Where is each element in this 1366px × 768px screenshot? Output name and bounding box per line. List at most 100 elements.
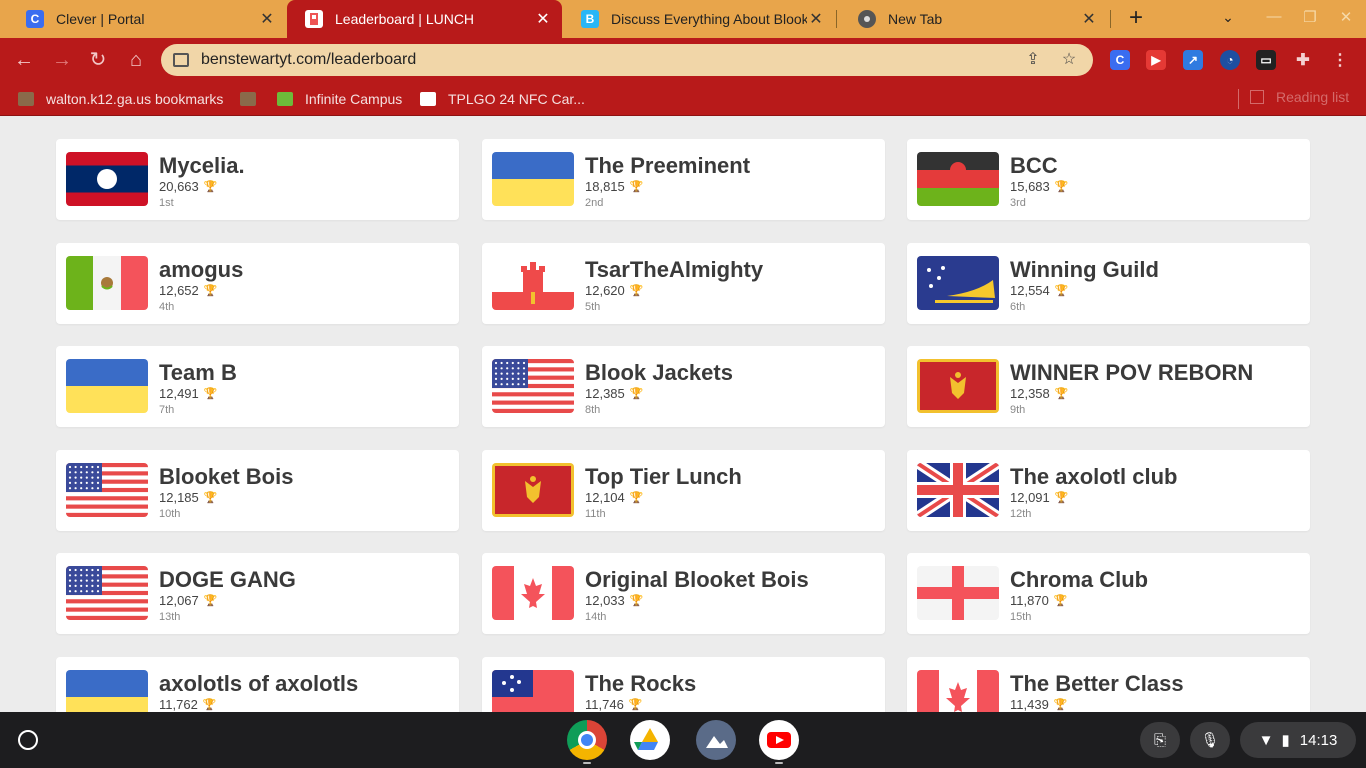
bookmark-infinite-campus[interactable]: Infinite Campus [277,89,402,109]
team-rank: 9th [1010,404,1026,416]
gallery-icon[interactable] [696,720,736,760]
folder-icon [240,92,256,106]
tab-title: Discuss Everything About Blooke [611,11,807,27]
infinite-campus-icon [277,92,293,106]
leaderboard-card[interactable]: axolotls of axolotls 11,762 🏆 [56,656,459,712]
leaderboard-card[interactable]: Chroma Club 11,870 🏆 15th [907,553,1310,634]
bookmark-amazon[interactable]: TPLGO 24 NFC Car... [420,89,585,109]
leaderboard-card[interactable]: TsarTheAlmighty 12,620 🏆 5th [482,242,885,324]
launcher-icon[interactable] [18,730,38,750]
team-name: Chroma Club [1010,567,1149,592]
leaderboard-card[interactable]: BCC 15,683 🏆 3rd [907,139,1310,220]
chrome-icon [858,10,876,28]
leaderboard-card[interactable]: Original Blooket Bois 12,033 🏆 14th [482,553,885,634]
folder-icon [18,92,34,106]
trophy-icon: 🏆 [1054,181,1069,193]
menu-icon[interactable]: ⋮ [1330,50,1350,70]
close-window-icon[interactable]: ✕ [1336,8,1356,28]
leaderboard-card[interactable]: Blooket Bois 12,185 🏆 10th [56,449,459,531]
flag-tokelau [917,255,999,310]
team-name: Winning Guild [1010,256,1159,282]
app-active-indicator [583,762,591,764]
status-area[interactable]: ▼ ▮ 14:13 [1240,722,1356,758]
reload-icon[interactable]: ↻ [86,48,110,72]
share-icon[interactable]: ⇪ [1021,48,1045,72]
close-icon[interactable]: ✕ [1080,9,1098,29]
address-bar[interactable]: benstewartyt.com/leaderboard ⇪ ☆ [161,44,1093,76]
team-name: Team B [159,360,237,385]
app-active-indicator [775,762,783,764]
screencastify-icon[interactable]: ▶ [1146,50,1166,70]
forward-icon[interactable]: → [50,48,74,72]
team-score: 11,762 🏆 [159,697,217,712]
leaderboard-card[interactable]: The Rocks 11,746 🏆 [482,656,885,712]
cast-icon[interactable]: ▭ [1256,50,1276,70]
tab-divider [836,10,837,28]
leaderboard-card[interactable]: amogus 12,652 🏆 4th [56,242,459,324]
star-icon[interactable]: ☆ [1057,48,1081,72]
tab-divider [1110,10,1111,28]
home-icon[interactable]: ⌂ [124,48,148,72]
team-score: 12,067 🏆 [159,593,217,608]
team-name: Mycelia. [159,153,245,178]
flag-ukraine [66,669,148,712]
team-score: 11,870 🏆 [1010,593,1068,608]
leaderboard-card[interactable]: The axolotl club 12,091 🏆 12th [907,449,1310,531]
tab-clever[interactable]: C Clever | Portal ✕ [8,0,286,38]
score-value: 18,815 [585,179,625,194]
team-score: 12,491 🏆 [159,386,217,401]
puzzle-icon[interactable]: ✚ [1293,50,1313,70]
maximize-icon[interactable]: ❐ [1300,8,1320,28]
trophy-icon: 🏆 [1054,491,1069,504]
microphone-icon[interactable]: 🎙 [1190,722,1230,758]
minimize-icon[interactable]: — [1264,8,1284,28]
team-rank: 3rd [1010,197,1026,209]
team-name: Blooket Bois [159,463,294,489]
reading-list-icon [1250,90,1264,104]
vpn-extension-icon[interactable]: ◔ [1220,50,1240,70]
url-text[interactable]: benstewartyt.com/leaderboard [201,51,1021,69]
team-score: 11,746 🏆 [585,697,643,712]
bookmark-folder[interactable] [240,89,268,109]
holding-space-button[interactable]: ⎘ [1140,722,1180,758]
team-name: The Better Class [1010,670,1184,696]
leaderboard-card[interactable]: Team B 12,491 🏆 7th [56,346,459,427]
trophy-icon: 🏆 [629,595,644,607]
leaderboard-card[interactable]: Top Tier Lunch 12,104 🏆 11th [482,449,885,531]
leaderboard-card[interactable]: DOGE GANG 12,067 🏆 13th [56,553,459,634]
tab-new-tab[interactable]: New Tab ✕ [840,0,1108,38]
close-icon[interactable]: ✕ [807,9,825,29]
tab-blooket-discuss[interactable]: B Discuss Everything About Blooke ✕ [563,0,835,38]
expand-extension-icon[interactable]: ↗ [1183,50,1203,70]
leaderboard-card[interactable]: Mycelia. 20,663 🏆 1st [56,139,459,220]
leaderboard-card[interactable]: Winning Guild 12,554 🏆 6th [907,242,1310,324]
leaderboard-card[interactable]: Blook Jackets 12,385 🏆 8th [482,346,885,427]
chevron-down-icon[interactable]: ⌄ [1218,9,1238,29]
site-info-icon[interactable] [173,53,189,67]
tab-leaderboard[interactable]: Leaderboard | LUNCH ✕ [287,0,562,38]
flag-mexico [66,255,148,310]
bookmark-walton[interactable]: walton.k12.ga.us bookmarks [18,89,223,109]
google-drive-icon[interactable] [630,720,670,760]
back-icon[interactable]: ← [12,48,36,72]
close-icon[interactable]: ✕ [534,9,552,29]
bookmarks-bar: walton.k12.ga.us bookmarks Infinite Camp… [0,82,1366,116]
leaderboard-card[interactable]: The Better Class 11,439 🏆 [907,656,1310,712]
flag-ukraine [66,359,148,413]
team-score: 12,104 🏆 [585,490,643,505]
tab-strip: C Clever | Portal ✕ Leaderboard | LUNCH … [0,0,1366,38]
flag-ukraine [492,152,574,206]
leaderboard-card[interactable]: The Preeminent 18,815 🏆 2nd [482,139,885,220]
trophy-icon: 🏆 [203,491,218,504]
close-icon[interactable]: ✕ [258,9,276,29]
clever-extension-icon[interactable]: C [1110,50,1130,70]
clock: 14:13 [1299,731,1338,749]
team-rank: 12th [1010,507,1032,520]
leaderboard-card[interactable]: WINNER POV REBORN 12,358 🏆 9th [907,346,1310,427]
reading-list-button[interactable]: Reading list [1250,89,1349,105]
chrome-icon[interactable] [567,720,607,760]
clever-icon: C [26,10,44,28]
new-tab-button[interactable]: + [1124,6,1148,30]
blooket-icon: B [581,10,599,28]
youtube-icon[interactable] [759,720,799,760]
